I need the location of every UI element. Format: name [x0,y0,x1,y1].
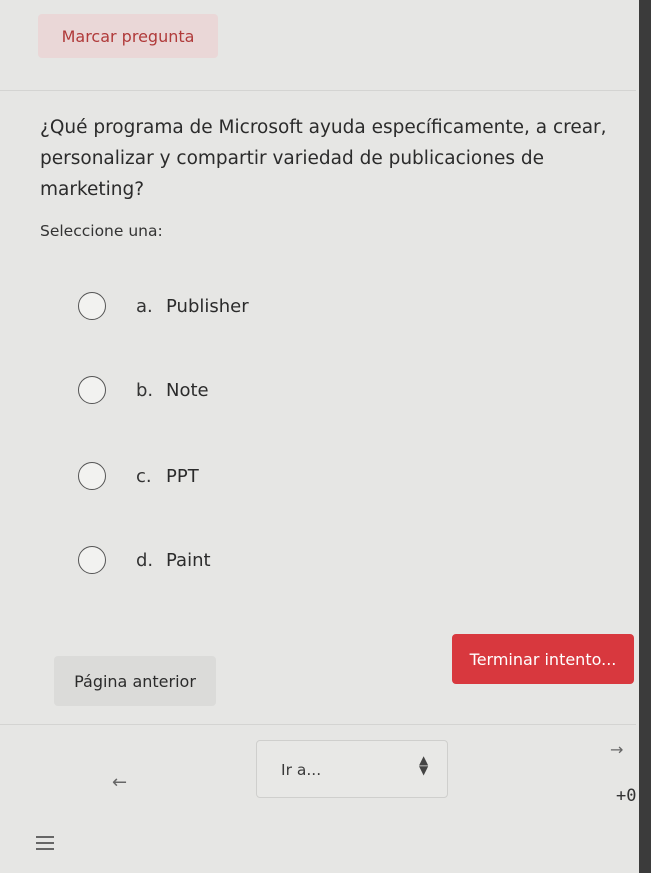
finish-attempt-label: Terminar intento... [469,649,617,669]
flag-question-label: Marcar pregunta [61,26,195,46]
select-caret-icon: ▲ ▼ [419,753,429,777]
option-b-letter: b. [136,379,154,401]
option-c-text: PPT [166,465,199,487]
question-text: ¿Qué programa de Microsoft ayuda específ… [40,117,607,200]
option-d-text: Paint [166,549,211,571]
side-indicator: +0 [616,786,637,806]
flag-question-button[interactable]: Marcar pregunta [38,14,218,58]
divider [0,90,636,91]
option-a[interactable]: a. Publisher [78,292,249,320]
option-a-letter: a. [136,295,153,317]
screen-edge [639,0,651,873]
arrow-left-icon[interactable]: ← [112,772,127,793]
previous-page-label: Página anterior [74,671,196,691]
option-b-text: Note [166,379,209,401]
finish-attempt-button[interactable]: Terminar intento... [452,634,634,684]
option-d-letter: d. [136,549,154,571]
radio-d[interactable] [78,546,106,574]
radio-a[interactable] [78,292,106,320]
divider [0,724,636,725]
option-d[interactable]: d. Paint [78,546,211,574]
goto-select[interactable]: Ir a... ▲ ▼ [256,740,448,798]
radio-c[interactable] [78,462,106,490]
goto-select-value: Ir a... [281,761,322,779]
select-prompt: Seleccione una: [40,222,163,240]
option-c-letter: c. [136,465,152,487]
radio-b[interactable] [78,376,106,404]
arrow-right-icon[interactable]: → [610,740,623,759]
menu-icon[interactable] [36,836,54,854]
option-c[interactable]: c. PPT [78,462,199,490]
option-b[interactable]: b. Note [78,376,209,404]
option-a-text: Publisher [166,295,249,317]
previous-page-button[interactable]: Página anterior [54,656,216,706]
